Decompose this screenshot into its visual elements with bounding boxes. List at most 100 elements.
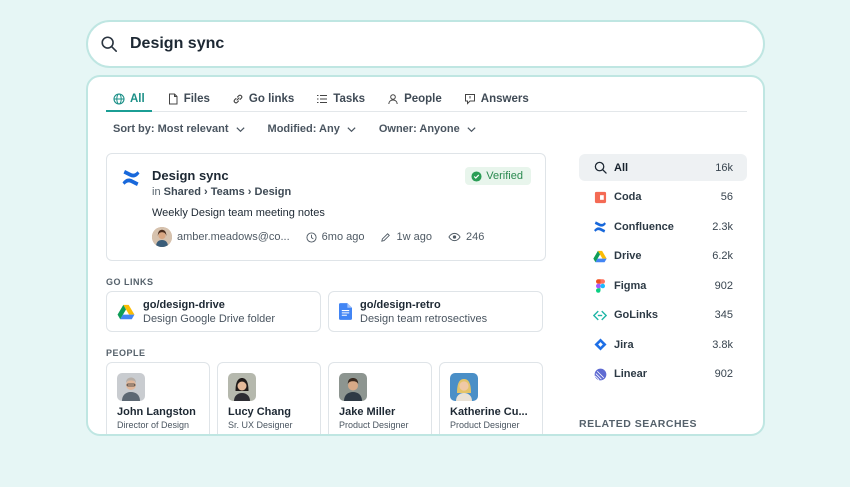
chevron-down-icon: [467, 126, 476, 132]
coda-icon: [593, 190, 607, 204]
source-name: GoLinks: [614, 309, 659, 321]
people-section-label: PEOPLE: [106, 348, 146, 358]
google-drive-icon: [593, 249, 607, 263]
golink-text: go/design-drive Design Google Drive fold…: [143, 299, 275, 325]
globe-icon: [113, 92, 125, 105]
tab-go-links[interactable]: Go links: [225, 87, 301, 111]
path-prefix: in: [152, 186, 161, 198]
verified-badge: Verified: [465, 167, 531, 185]
eye-icon: [448, 232, 461, 242]
source-count: 345: [714, 309, 733, 321]
tab-label: Go links: [248, 93, 295, 105]
clock-icon: [306, 231, 317, 243]
person-name: Lucy Chang: [228, 406, 291, 418]
source-name: Drive: [614, 250, 642, 262]
tab-answers[interactable]: Answers: [457, 87, 536, 111]
sort-dropdown[interactable]: Sort by: Most relevant: [113, 123, 246, 135]
answers-icon: [464, 94, 475, 105]
figma-icon: [593, 278, 607, 293]
source-confluence[interactable]: Confluence 2.3k: [579, 213, 747, 240]
tab-label: Answers: [480, 93, 529, 105]
pencil-icon: [381, 232, 391, 242]
edited-time: 1w ago: [396, 231, 432, 243]
source-name: Figma: [614, 279, 647, 292]
person-role: Director of Design: [117, 420, 190, 430]
golink-card[interactable]: go/design-retro Design team retrosective…: [328, 291, 543, 332]
chevron-down-icon: [347, 126, 356, 132]
source-count: 902: [714, 368, 733, 380]
filter-bar: Sort by: Most relevant Modified: Any Own…: [113, 123, 477, 135]
tab-label: Files: [183, 93, 210, 105]
avatar: [228, 373, 256, 401]
source-count: 2.3k: [712, 220, 733, 233]
search-icon: [593, 161, 607, 175]
source-name: Jira: [614, 338, 634, 351]
source-coda[interactable]: Coda 56: [579, 184, 747, 211]
source-figma[interactable]: Figma 902: [579, 272, 747, 299]
modified-dropdown[interactable]: Modified: Any: [268, 123, 357, 135]
source-name: All: [614, 161, 629, 174]
golink-subtitle: Design Google Drive folder: [143, 312, 276, 325]
file-icon: [168, 93, 178, 105]
person-role: Sr. UX Designer: [228, 420, 293, 430]
owner-meta[interactable]: amber.meadows@co...: [152, 227, 290, 247]
source-count: 3.8k: [712, 338, 733, 351]
owner-label: Owner: Anyone: [378, 123, 460, 135]
person-card[interactable]: John Langston Director of Design: [106, 362, 210, 434]
modified-label: Modified: Any: [267, 123, 340, 135]
golink-title: go/design-drive: [143, 298, 225, 311]
views-meta: 246: [448, 231, 484, 243]
golink-card[interactable]: go/design-drive Design Google Drive fold…: [106, 291, 321, 332]
person-card[interactable]: Lucy Chang Sr. UX Designer: [217, 362, 321, 434]
result-card[interactable]: Design sync in Shared › Teams › Design V…: [106, 153, 546, 261]
link-icon: [233, 94, 243, 104]
person-name: Jake Miller: [339, 406, 396, 418]
path-breadcrumb: Shared › Teams › Design: [163, 186, 292, 198]
edited-meta: 1w ago: [380, 231, 432, 243]
check-circle-icon: [471, 170, 482, 182]
confluence-icon: [593, 220, 607, 234]
search-icon: [100, 35, 118, 53]
source-name: Linear: [614, 368, 648, 380]
avatar: [117, 373, 145, 401]
source-drive[interactable]: Drive 6.2k: [579, 243, 747, 270]
results-panel: All Files Go links Tasks People Answers …: [86, 75, 765, 436]
sort-label: Sort by: Most relevant: [113, 123, 229, 135]
result-description: Weekly Design team meeting notes: [152, 207, 325, 219]
result-meta: amber.meadows@co... 6mo ago 1w ago 246: [152, 227, 484, 247]
tab-people[interactable]: People: [380, 87, 449, 111]
search-input[interactable]: [130, 35, 690, 53]
person-card[interactable]: Katherine Cu... Product Designer: [439, 362, 543, 434]
owner-dropdown[interactable]: Owner: Anyone: [379, 123, 477, 135]
jira-icon: [593, 338, 607, 352]
person-name: John Langston: [117, 406, 196, 418]
source-count: 16k: [715, 161, 733, 174]
tab-files[interactable]: Files: [160, 87, 217, 111]
tab-label: All: [130, 92, 145, 105]
result-path: in Shared › Teams › Design: [152, 186, 291, 198]
chevron-down-icon: [235, 126, 245, 132]
source-all[interactable]: All 16k: [579, 154, 747, 181]
golink-title: go/design-retro: [360, 298, 441, 311]
result-title[interactable]: Design sync: [152, 168, 229, 183]
created-time: 6mo ago: [321, 231, 365, 243]
person-card[interactable]: Jake Miller Product Designer: [328, 362, 432, 434]
tab-label: People: [404, 93, 442, 105]
person-name: Katherine Cu...: [450, 406, 528, 418]
owner-email: amber.meadows@co...: [177, 231, 290, 243]
related-searches-label: RELATED SEARCHES: [579, 418, 698, 430]
created-meta: 6mo ago: [306, 231, 365, 243]
avatar: [152, 227, 172, 247]
person-role: Product Designer: [339, 420, 409, 430]
search-bar[interactable]: [86, 20, 765, 68]
source-golinks[interactable]: GoLinks 345: [579, 302, 747, 329]
verified-label: Verified: [486, 170, 523, 182]
source-name: Coda: [614, 191, 642, 203]
person-role: Product Designer: [450, 420, 520, 430]
tab-tasks[interactable]: Tasks: [309, 87, 372, 111]
source-jira[interactable]: Jira 3.8k: [579, 331, 747, 358]
source-name: Confluence: [614, 220, 674, 233]
tab-all[interactable]: All: [106, 87, 152, 112]
source-linear[interactable]: Linear 902: [579, 361, 747, 388]
source-count: 902: [714, 279, 733, 292]
